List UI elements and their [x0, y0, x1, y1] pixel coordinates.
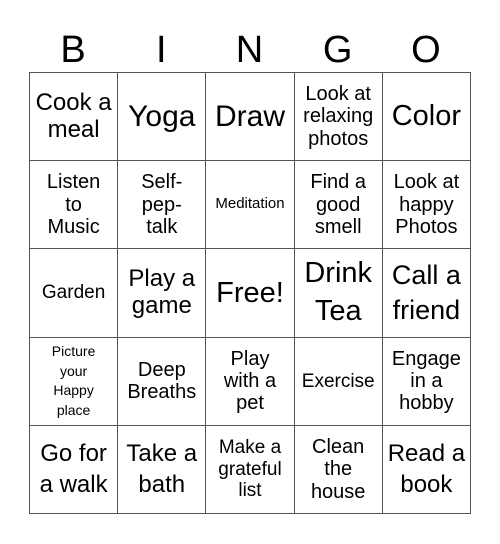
cell-label: Garden [41, 282, 106, 304]
cell-label: Yoga [128, 99, 196, 133]
cell-label: Play a game [128, 265, 196, 319]
free-space[interactable]: Free! [206, 249, 295, 338]
cell-label: Listen to Music [46, 171, 101, 238]
bingo-cell[interactable]: Picture your Happy place [30, 337, 119, 426]
cell-label: Engage in a hobby [391, 347, 461, 415]
cell-label: Make a grateful list [218, 437, 282, 502]
bingo-cell[interactable]: Play with a pet [206, 337, 295, 426]
cell-label: Exercise [301, 370, 375, 392]
bingo-board: Cook a meal Yoga Draw Look at relaxing p… [29, 72, 471, 514]
header-letter-g: G [322, 29, 353, 71]
cell-label: Take a bath [126, 440, 198, 499]
bingo-cell[interactable]: Color [382, 73, 471, 162]
bingo-cell[interactable]: Listen to Music [30, 161, 119, 250]
bingo-cell[interactable]: Draw [206, 73, 295, 162]
bingo-cell[interactable]: Exercise [294, 337, 383, 426]
bingo-cell[interactable]: Make a grateful list [206, 425, 295, 514]
cell-label: Self-pep-talk [141, 171, 183, 238]
cell-label: Play with a pet [223, 347, 277, 415]
cell-label: Find a good smell [310, 171, 366, 238]
bingo-cell[interactable]: Read a book [382, 425, 471, 514]
cell-label: Look at relaxing photos [303, 83, 374, 150]
bingo-cell[interactable]: Garden [30, 249, 119, 338]
cell-label: Draw [214, 99, 285, 133]
bingo-header: B I N G O [29, 28, 470, 72]
bingo-cell[interactable]: Clean the house [294, 425, 383, 514]
cell-label: Drink Tea [304, 257, 373, 327]
bingo-cell[interactable]: Cook a meal [30, 73, 119, 162]
bingo-cell[interactable]: Look at happy Photos [382, 161, 471, 250]
bingo-cell[interactable]: Play a game [118, 249, 207, 338]
bingo-cell[interactable]: Look at relaxing photos [294, 73, 383, 162]
cell-label: Deep Breaths [127, 358, 197, 404]
bingo-cell[interactable]: Meditation [206, 161, 295, 250]
header-letter-n: N [235, 29, 264, 71]
cell-label: Clean the house [310, 435, 366, 503]
header-letter-b: B [60, 29, 86, 71]
cell-label: Call a friend [391, 259, 461, 325]
cell-label: Cook a meal [35, 88, 112, 143]
bingo-cell[interactable]: Self-pep-talk [118, 161, 207, 250]
bingo-cell[interactable]: Yoga [118, 73, 207, 162]
cell-label: Picture your Happy place [51, 343, 96, 418]
bingo-cell[interactable]: Find a good smell [294, 161, 383, 250]
cell-label: Go for a walk [39, 440, 108, 499]
cell-label: Free! [216, 276, 284, 309]
bingo-cell[interactable]: Drink Tea [294, 249, 383, 338]
bingo-cell[interactable]: Call a friend [382, 249, 471, 338]
bingo-cell[interactable]: Engage in a hobby [382, 337, 471, 426]
cell-label: Color [391, 100, 462, 133]
bingo-cell[interactable]: Go for a walk [30, 425, 119, 514]
header-letter-o: O [411, 29, 441, 71]
bingo-cell[interactable]: Take a bath [118, 425, 207, 514]
cell-label: Read a book [387, 440, 466, 499]
bingo-cell[interactable]: Deep Breaths [118, 337, 207, 426]
cell-label: Look at happy Photos [393, 171, 460, 238]
cell-label: Meditation [215, 195, 285, 213]
header-letter-i: I [156, 29, 167, 71]
